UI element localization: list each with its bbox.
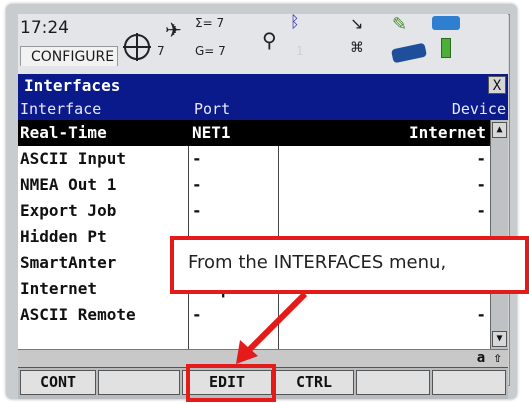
callout-arrow-icon (236, 291, 308, 364)
edit-highlight-box (186, 364, 276, 402)
